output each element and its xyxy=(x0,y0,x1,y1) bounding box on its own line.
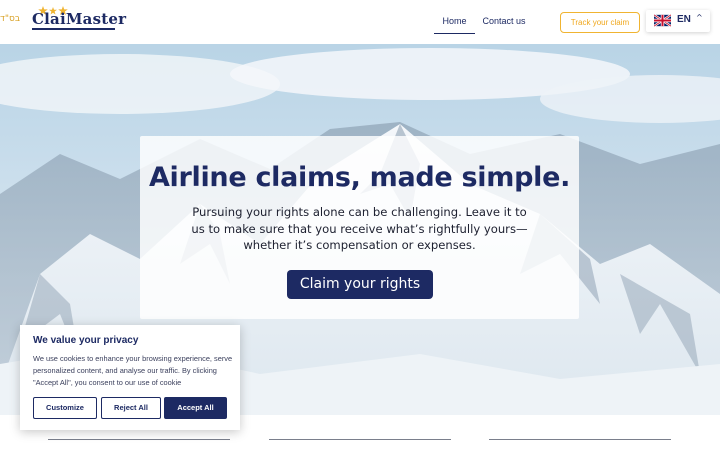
cookie-description: We use cookies to enhance your browsing … xyxy=(33,354,233,387)
track-claim-button[interactable]: Track your claim xyxy=(560,12,640,33)
language-selector[interactable]: EN ^ xyxy=(646,10,710,32)
reject-all-button[interactable]: Reject All xyxy=(101,397,161,419)
site-header: בס"ד ClaiMaster Home Contact us Track yo… xyxy=(0,0,720,44)
uk-flag-icon xyxy=(654,14,671,27)
cookie-title: We value your privacy xyxy=(33,335,139,346)
claim-rights-button[interactable]: Claim your rights xyxy=(287,270,433,299)
hero-title: Airline claims, made simple. xyxy=(148,162,571,193)
nav-home[interactable]: Home xyxy=(434,10,475,34)
section-divider xyxy=(269,439,451,440)
rtl-hint-text: בס"ד xyxy=(0,14,21,24)
section-divider xyxy=(48,439,230,440)
accept-all-button[interactable]: Accept All xyxy=(164,397,227,419)
logo[interactable]: ClaiMaster xyxy=(32,6,126,31)
language-code: EN xyxy=(677,14,691,25)
cookie-consent-panel: We value your privacy We use cookies to … xyxy=(20,325,240,430)
customize-button[interactable]: Customize xyxy=(33,397,97,419)
logo-underline xyxy=(32,28,115,30)
chevron-up-icon: ^ xyxy=(696,13,703,22)
hero-description: Pursuing your rights alone can be challe… xyxy=(191,205,528,252)
section-divider xyxy=(489,439,671,440)
nav-contact-us[interactable]: Contact us xyxy=(480,10,528,32)
hero-card: Airline claims, made simple. Pursuing yo… xyxy=(140,136,579,319)
logo-text: ClaiMaster xyxy=(32,10,127,28)
